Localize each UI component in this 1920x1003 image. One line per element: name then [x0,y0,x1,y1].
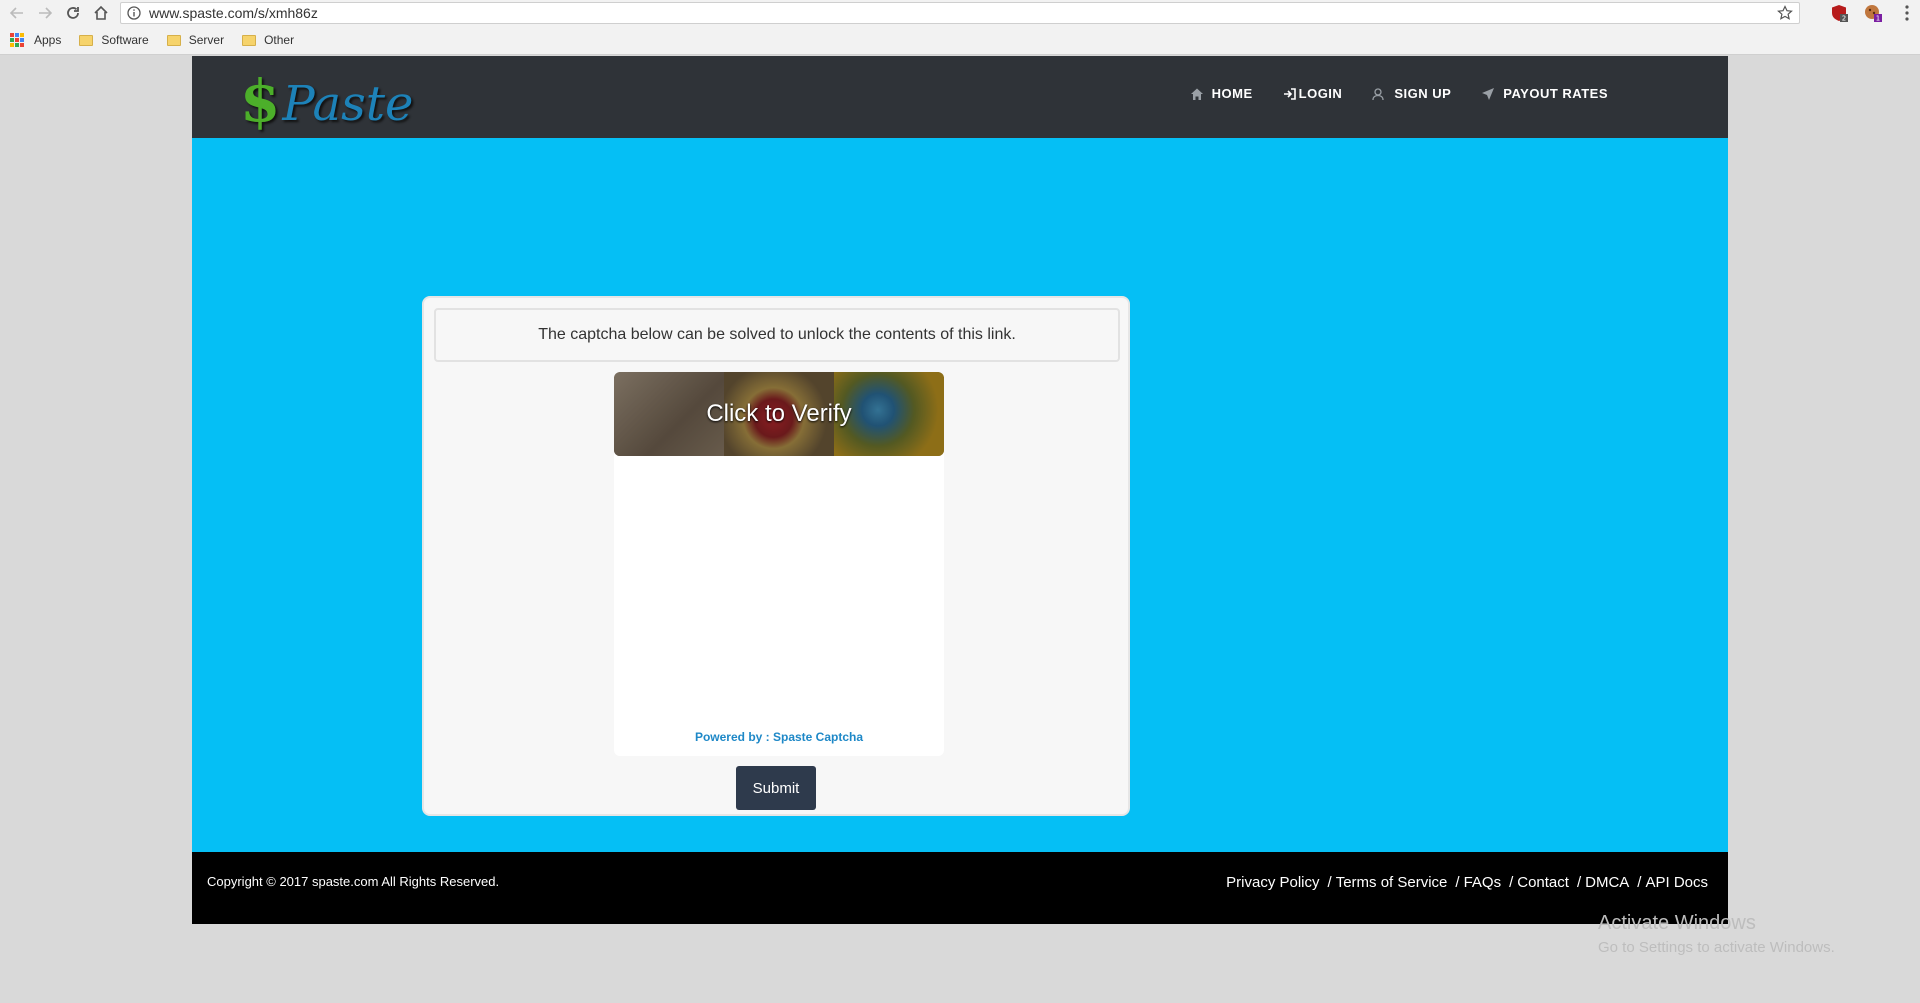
folder-icon [166,34,181,46]
arrow-left-icon [9,7,23,19]
home-icon [1190,88,1203,100]
address-bar[interactable]: www.spaste.com/s/xmh86z [120,2,1800,24]
forward-button[interactable] [34,2,56,24]
folder-icon [242,34,257,46]
back-button[interactable] [6,2,28,24]
nav-label: HOME [1211,86,1253,101]
nav-home[interactable]: HOME [1190,86,1253,101]
captcha-widget: Click to Verify Powered by : Spaste Capt… [614,372,944,756]
link-separator: / [1327,874,1332,891]
home-outline-icon [94,5,108,20]
main-nav: HOME LOGIN SIGN UP PAYOUT RATES [1160,86,1608,101]
bookmark-label: Apps [34,33,62,47]
send-icon [1482,87,1495,100]
bookmark-label: Software [101,33,149,47]
browser-menu-icon[interactable] [1904,4,1910,22]
windows-activation-watermark: Activate Windows Go to Settings to activ… [1598,912,1835,956]
logo-word: Paste [282,76,414,132]
link-separator: / [1576,874,1582,891]
link-separator: / [1455,874,1460,891]
home-button[interactable] [90,2,112,24]
user-add-icon [1372,87,1384,100]
unlock-notice: The captcha below can be solved to unloc… [434,308,1120,362]
reload-icon [67,7,79,19]
bookmarks-bar: Apps Software Server Other [0,26,1920,55]
apps-grid-icon [10,33,24,47]
nav-label: LOGIN [1298,86,1343,101]
footer-link-faqs[interactable]: FAQs [1464,874,1502,891]
bookmark-apps[interactable]: Apps [10,33,61,47]
ublock-icon[interactable]: 2 [1830,4,1848,22]
svg-text:1: 1 [1876,15,1880,23]
nav-login[interactable]: LOGIN [1283,86,1343,101]
footer-links: Privacy Policy / Terms of Service / FAQs… [1226,874,1708,891]
click-to-verify-button[interactable]: Click to Verify [614,372,944,456]
nav-signup[interactable]: SIGN UP [1372,86,1451,101]
footer-link-api-docs[interactable]: API Docs [1645,874,1708,891]
submit-button[interactable]: Submit [736,766,816,810]
content-area: The captcha below can be solved to unloc… [192,138,1728,852]
powered-by-link[interactable]: Powered by : Spaste Captcha [614,730,944,744]
bookmark-server[interactable]: Server [166,33,225,47]
browser-toolbar: www.spaste.com/s/xmh86z 2 1 [0,0,1920,26]
folder-icon [79,34,94,46]
copyright-text: Copyright © 2017 spaste.com All Rights R… [207,874,500,889]
verify-label: Click to Verify [706,400,852,427]
bookmark-other[interactable]: Other [242,33,294,47]
site-header: $ Paste HOME LOGIN SIGN UP PAYOUT RATES [192,56,1728,138]
bookmark-star-icon[interactable] [1777,5,1793,21]
link-separator: / [1509,874,1514,891]
url-text: www.spaste.com/s/xmh86z [149,5,318,21]
reload-button[interactable] [62,2,84,24]
footer-link-terms[interactable]: Terms of Service [1336,874,1448,891]
watermark-line2: Go to Settings to activate Windows. [1598,939,1835,956]
nav-label: PAYOUT RATES [1503,86,1608,101]
info-icon [127,6,141,20]
watermark-line1: Activate Windows [1598,912,1756,934]
nav-payout-rates[interactable]: PAYOUT RATES [1481,86,1608,101]
site-footer: Copyright © 2017 spaste.com All Rights R… [192,852,1728,924]
arrow-right-icon [39,7,53,19]
link-separator: / [1637,874,1642,891]
footer-link-privacy[interactable]: Privacy Policy [1226,874,1319,891]
captcha-panel: The captcha below can be solved to unloc… [422,296,1130,816]
logo-dollar: $ [240,67,281,135]
svg-text:2: 2 [1842,15,1846,23]
login-icon [1283,87,1296,100]
bookmark-software[interactable]: Software [79,33,149,47]
footer-link-contact[interactable]: Contact [1517,874,1569,891]
site-logo[interactable]: $ Paste [240,66,413,130]
nav-label: SIGN UP [1394,86,1452,101]
footer-link-dmca[interactable]: DMCA [1585,874,1629,891]
spaste-page: $ Paste HOME LOGIN SIGN UP PAYOUT RATES [192,56,1728,924]
bookmark-label: Server [188,33,225,47]
bookmark-label: Other [264,33,295,47]
cookie-extension-icon[interactable]: 1 [1864,4,1882,22]
